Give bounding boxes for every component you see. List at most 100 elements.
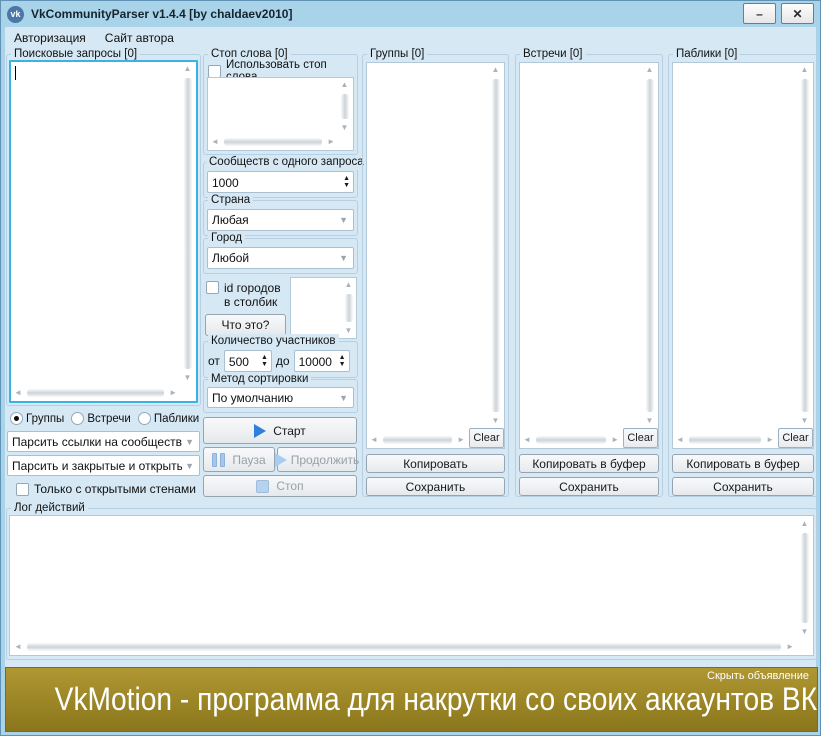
city-ids-row: id городов в столбик [206, 281, 288, 309]
search-queries-group: Поисковые запросы [0] ▲▼ ◄► [6, 54, 201, 406]
pause-button[interactable]: Пауза [203, 447, 275, 472]
vertical-scrollbar[interactable]: ▲▼ [342, 279, 355, 337]
members-from-value: 500 [225, 351, 258, 371]
horizontal-scrollbar[interactable]: ◄► [12, 639, 796, 654]
publics-result-list[interactable]: ▲▼ ◄► Clear [672, 62, 814, 449]
start-button[interactable]: Старт [203, 417, 357, 444]
stop-button[interactable]: Стоп [203, 475, 357, 497]
stepper-arrows-icon[interactable]: ▲▼ [340, 172, 353, 192]
action-log-output[interactable]: ▲▼ ◄► [9, 515, 814, 656]
start-label: Старт [273, 424, 306, 438]
use-stop-words-checkbox[interactable] [208, 65, 221, 78]
copy-meetings-label: Копировать в буфер [532, 457, 645, 471]
menu-bar: Авторизация Сайт автора [5, 27, 816, 49]
stepper-arrows-icon[interactable]: ▲▼ [336, 351, 349, 371]
client-area: Авторизация Сайт автора Поисковые запрос… [5, 27, 816, 731]
vertical-scrollbar[interactable]: ▲▼ [180, 63, 195, 384]
search-queries-input[interactable]: ▲▼ ◄► [9, 60, 198, 403]
meetings-result-label: Встречи [0] [520, 47, 586, 62]
save-publics-button[interactable]: Сохранить [672, 477, 814, 496]
copy-publics-label: Копировать в буфер [686, 457, 799, 471]
privacy-select[interactable]: Парсить и закрытые и открытые ▼ [7, 455, 200, 476]
copy-groups-button[interactable]: Копировать [366, 454, 505, 473]
city-select[interactable]: Любой ▼ [207, 247, 354, 269]
copy-groups-label: Копировать [403, 457, 468, 471]
stop-words-group: Стоп слова [0] Использовать стоп слова ▲… [203, 54, 358, 155]
window-controls: – ✕ [743, 3, 814, 24]
chevron-down-icon: ▼ [339, 393, 348, 403]
pause-icon [212, 453, 225, 467]
publics-result-group: Паблики [0] ▲▼ ◄► Clear Копировать в буф… [668, 54, 818, 497]
horizontal-scrollbar[interactable]: ◄► [209, 134, 337, 149]
save-meetings-button[interactable]: Сохранить [519, 477, 659, 496]
sort-method-group: Метод сортировки По умолчанию ▼ [203, 379, 358, 413]
per-query-stepper[interactable]: 1000 ▲▼ [207, 171, 354, 193]
city-value: Любой [212, 251, 336, 265]
clear-button[interactable]: Clear [778, 428, 813, 448]
radio-meetings-label: Встречи [87, 413, 131, 425]
horizontal-scrollbar[interactable]: ◄► [521, 432, 621, 447]
open-walls-row: Только с открытыми стенами [16, 482, 196, 496]
vertical-scrollbar[interactable]: ▲▼ [797, 518, 812, 638]
copy-meetings-button[interactable]: Копировать в буфер [519, 454, 659, 473]
country-label: Страна [208, 193, 253, 208]
window-title: VkCommunityParser v1.4.4 [by chaldaev201… [31, 7, 292, 21]
save-groups-button[interactable]: Сохранить [366, 477, 505, 496]
per-query-value: 1000 [208, 172, 340, 192]
copy-publics-button[interactable]: Копировать в буфер [672, 454, 814, 473]
clear-button[interactable]: Clear [469, 428, 504, 448]
vertical-scrollbar[interactable]: ▲▼ [797, 64, 812, 427]
radio-publics[interactable] [138, 412, 151, 425]
close-button[interactable]: ✕ [781, 3, 814, 24]
radio-meetings[interactable] [71, 412, 84, 425]
what-is-it-button[interactable]: Что это? [205, 314, 286, 336]
title-bar[interactable]: vk VkCommunityParser v1.4.4 [by chaldaev… [1, 1, 820, 27]
city-ids-list[interactable]: ▲▼ [290, 277, 357, 339]
open-walls-checkbox[interactable] [16, 483, 29, 496]
vertical-scrollbar[interactable]: ▲▼ [337, 79, 352, 134]
chevron-down-icon: ▼ [339, 253, 348, 263]
stepper-arrows-icon[interactable]: ▲▼ [258, 351, 271, 371]
action-log-group: Лог действий ▲▼ ◄► [6, 508, 817, 660]
chevron-down-icon: ▼ [339, 215, 348, 225]
sort-method-select[interactable]: По умолчанию ▼ [207, 387, 354, 408]
meetings-result-list[interactable]: ▲▼ ◄► Clear [519, 62, 659, 449]
city-ids-checkbox[interactable] [206, 281, 219, 294]
result-type-radios: Группы Встречи Паблики [10, 412, 199, 425]
horizontal-scrollbar[interactable]: ◄► [12, 385, 179, 400]
horizontal-scrollbar[interactable]: ◄► [674, 432, 776, 447]
members-to-label: до [276, 354, 290, 368]
parse-mode-value: Парсить ссылки на сообщества [12, 435, 182, 449]
per-query-label: Сообществ с одного запроса [206, 155, 367, 170]
ad-banner[interactable]: Скрыть объявление VkMotion - программа д… [5, 667, 818, 732]
resume-button[interactable]: Продолжить [277, 447, 357, 472]
vertical-scrollbar[interactable]: ▲▼ [488, 64, 503, 427]
stop-words-input[interactable]: ▲▼ ◄► [207, 77, 354, 151]
country-select[interactable]: Любая ▼ [207, 209, 354, 231]
horizontal-scrollbar[interactable]: ◄► [368, 432, 467, 447]
city-label: Город [208, 231, 245, 246]
stop-icon [256, 480, 269, 493]
members-range-row: от 500 ▲▼ до 10000 ▲▼ [208, 350, 350, 372]
minimize-button[interactable]: – [743, 3, 776, 24]
members-from-stepper[interactable]: 500 ▲▼ [224, 350, 272, 372]
clear-button[interactable]: Clear [623, 428, 658, 448]
groups-result-label: Группы [0] [367, 47, 427, 62]
ad-banner-text: VkMotion - программа для накрутки со сво… [55, 681, 769, 718]
parse-mode-select[interactable]: Парсить ссылки на сообщества ▼ [7, 431, 200, 452]
vertical-scrollbar[interactable]: ▲▼ [642, 64, 657, 427]
resume-label: Продолжить [291, 453, 360, 467]
members-to-value: 10000 [295, 351, 336, 371]
city-group: Город Любой ▼ [203, 238, 358, 274]
radio-groups[interactable] [10, 412, 23, 425]
groups-result-group: Группы [0] ▲▼ ◄► Clear Копировать Сохран… [362, 54, 509, 497]
groups-result-list[interactable]: ▲▼ ◄► Clear [366, 62, 505, 449]
sort-method-label: Метод сортировки [208, 372, 311, 387]
play-icon [275, 453, 287, 467]
city-ids-label: id городов в столбик [224, 281, 288, 309]
country-value: Любая [212, 213, 336, 227]
members-to-stepper[interactable]: 10000 ▲▼ [294, 350, 350, 372]
publics-result-label: Паблики [0] [673, 47, 740, 62]
save-publics-label: Сохранить [713, 480, 773, 494]
members-from-label: от [208, 354, 220, 368]
